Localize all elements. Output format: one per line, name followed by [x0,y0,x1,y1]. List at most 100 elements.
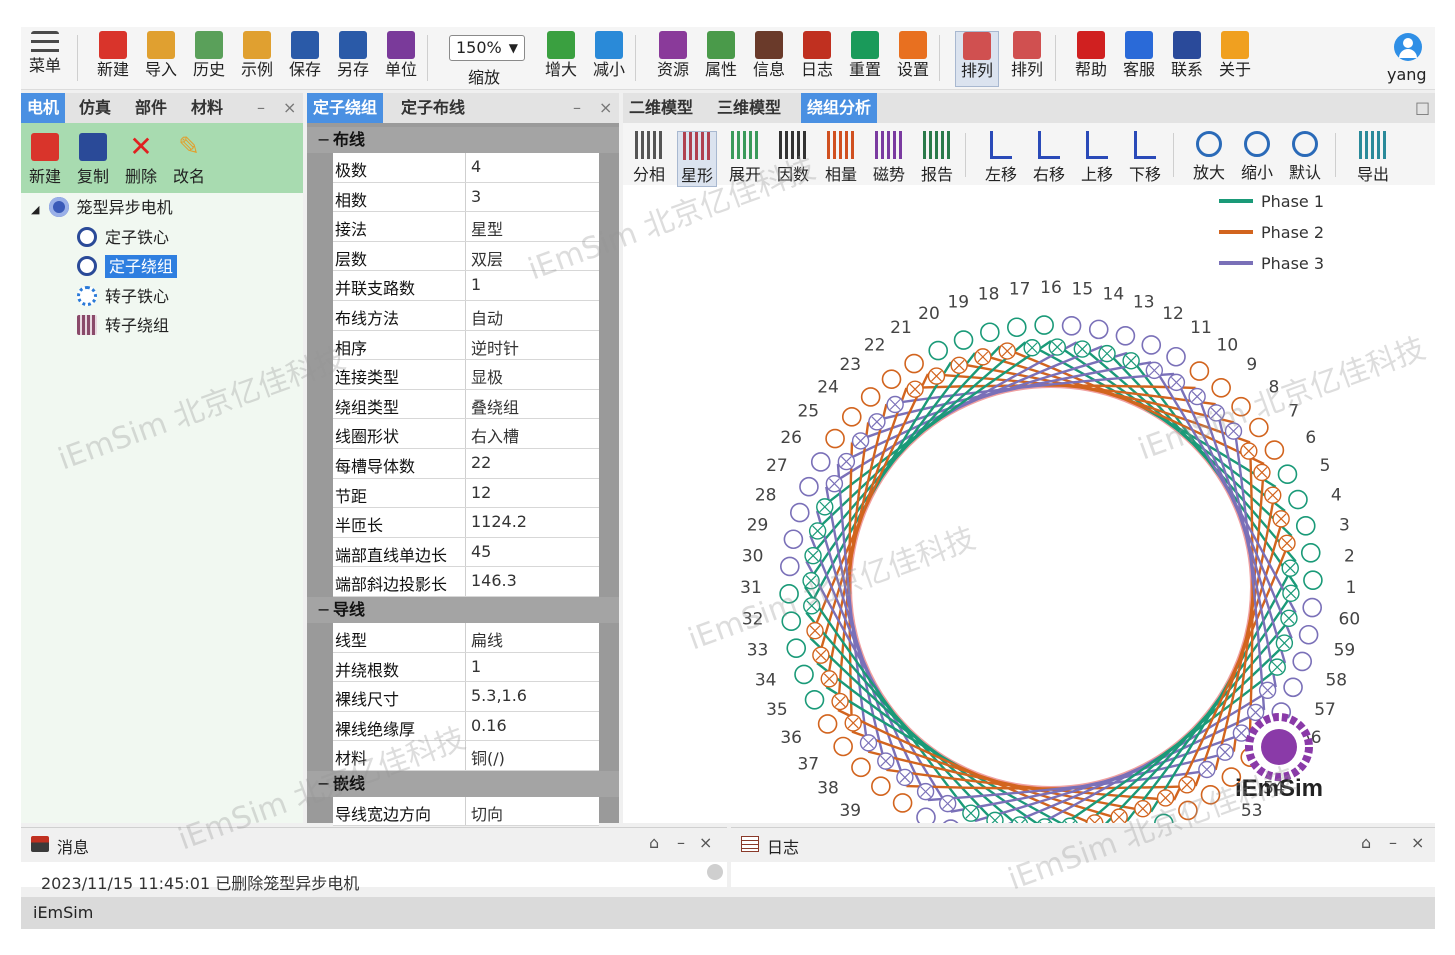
property-row[interactable]: 层数 双层 [333,241,599,272]
left-tool-rename[interactable]: ✎ 改名 [167,133,211,187]
toolbar-button-arrange[interactable]: 排列 [955,31,999,87]
chart-tool-phasor[interactable]: 相量 [821,131,861,185]
minimize-icon[interactable]: – [1389,833,1397,852]
tree-item-stator-winding[interactable]: 定子绕组 [77,254,178,280]
property-value[interactable]: 逆时针 [471,335,519,359]
minimize-icon[interactable]: – [257,93,265,123]
left-tool-delete[interactable]: ✕ 删除 [119,133,163,187]
property-value[interactable]: 4 [471,157,481,176]
property-value[interactable]: 12 [471,483,491,502]
chart-tool-move-down[interactable]: 下移 [1125,131,1165,185]
property-row[interactable]: 绕组类型 叠绕组 [333,389,599,420]
property-value[interactable]: 右入槽 [471,423,519,447]
toolbar-button-resource[interactable]: 资源 [651,31,695,87]
tree-item-rotor-core[interactable]: 转子铁心 [77,284,169,310]
tab-materials[interactable]: 材料 [185,93,229,123]
toolbar-button-save[interactable]: 保存 [283,31,327,87]
property-value[interactable]: 显极 [471,364,503,388]
expand-arrow-icon[interactable]: ◢ [31,203,39,216]
property-row[interactable]: 半匝长 1124.2 [333,508,599,538]
property-value[interactable]: 自动 [471,305,503,329]
close-icon[interactable]: × [699,833,712,852]
minimize-icon[interactable]: – [573,93,581,123]
property-row[interactable]: 节距 12 [333,478,599,509]
property-row[interactable]: 连接类型 显极 [333,360,599,390]
tree-item-rotor-winding[interactable]: 转子绕组 [77,313,169,339]
tree-item-stator-core[interactable]: 定子铁心 [77,225,169,251]
close-icon[interactable]: × [283,93,296,123]
property-row[interactable]: 相数 3 [333,182,599,213]
property-value[interactable]: 铜(/) [471,745,505,769]
maximize-icon[interactable]: □ [1415,93,1430,123]
tab-stator-winding[interactable]: 定子绕组 [307,93,384,123]
property-value[interactable]: 叠绕组 [471,394,519,418]
property-value[interactable]: 45 [471,542,491,561]
property-section[interactable]: − 导线 [307,596,619,623]
property-value[interactable]: 切向 [471,801,503,825]
tab-stator-wiring[interactable]: 定子布线 [395,93,471,123]
chart-tool-default[interactable]: 默认 [1285,131,1325,183]
scrollbar-thumb[interactable] [707,864,723,880]
property-value[interactable]: 扁线 [471,627,503,651]
chart-tool-phase[interactable]: 分相 [629,131,669,185]
property-value[interactable]: 0.16 [471,716,507,735]
toolbar-button-reset[interactable]: 重置 [843,31,887,87]
property-row[interactable]: 材料 铜(/) [333,741,599,771]
toolbar-button-import[interactable]: 导入 [139,31,183,87]
tab-simulation[interactable]: 仿真 [73,93,117,123]
tab-winding-analysis[interactable]: 绕组分析 [801,93,878,123]
property-value[interactable]: 1 [471,275,481,294]
property-row[interactable]: 每槽导体数 22 [333,448,599,479]
property-row[interactable]: 并绕根数 1 [333,652,599,683]
property-value[interactable]: 146.3 [471,571,517,590]
close-icon[interactable]: × [1411,833,1424,852]
property-row[interactable]: 极数 4 [333,153,599,183]
property-row[interactable]: 导线宽边方向 切向 [333,796,599,827]
toolbar-button-history[interactable]: 历史 [187,31,231,87]
property-row[interactable]: 线圈形状 右入槽 [333,419,599,449]
user-name[interactable]: yang [1387,65,1427,84]
toolbar-button-log[interactable]: 日志 [795,31,839,87]
left-tool-copy[interactable]: 复制 [71,133,115,187]
tab-parts[interactable]: 部件 [129,93,173,123]
property-value[interactable]: 1124.2 [471,512,527,531]
property-row[interactable]: 裸线尺寸 5.3,1.6 [333,682,599,712]
chart-tool-zoom-out[interactable]: 缩小 [1237,131,1277,183]
toolbar-button-property[interactable]: 属性 [699,31,743,87]
toolbar-button-contact[interactable]: 联系 [1165,31,1209,87]
pin-icon[interactable]: ⌂ [649,833,659,852]
collapse-icon[interactable]: − [317,127,330,153]
property-row[interactable]: 并联支路数 1 [333,271,599,301]
collapse-icon[interactable]: − [317,771,330,797]
chart-tool-export[interactable]: 导出 [1353,131,1393,185]
user-avatar-icon[interactable] [1394,33,1422,61]
toolbar-button-unit[interactable]: 单位 [379,31,423,87]
pin-icon[interactable]: ⌂ [1361,833,1371,852]
property-value[interactable]: 3 [471,187,481,206]
property-value[interactable]: 22 [471,453,491,472]
toolbar-button-arrange-alt[interactable]: 排列 [1005,31,1049,87]
tab-2d-model[interactable]: 二维模型 [623,93,699,123]
property-row[interactable]: 端部斜边投影长 146.3 [333,567,599,597]
property-row[interactable]: 端部直线单边长 45 [333,537,599,568]
chart-tool-move-left[interactable]: 左移 [981,131,1021,185]
chart-tool-star[interactable]: 星形 [677,131,717,187]
chart-tool-report[interactable]: 报告 [917,131,957,185]
toolbar-button-settings[interactable]: 设置 [891,31,935,87]
property-value[interactable]: 1 [471,657,481,676]
property-row[interactable]: 接法 星型 [333,212,599,242]
toolbar-button-info-book[interactable]: 信息 [747,31,791,87]
toolbar-button-help[interactable]: 帮助 [1069,31,1113,87]
zoom-select[interactable]: 150% ▼ [449,35,525,61]
property-row[interactable]: 裸线绝缘厚 0.16 [333,711,599,742]
property-value[interactable]: 星型 [471,216,503,240]
chart-tool-move-right[interactable]: 右移 [1029,131,1069,185]
toolbar-button-zoom-in[interactable]: 增大 [539,31,583,87]
tree-root[interactable]: ◢ 笼型异步电机 [31,195,173,221]
property-row[interactable]: 线型 扁线 [333,622,599,653]
property-section[interactable]: − 布线 [307,127,619,153]
toolbar-button-about[interactable]: 关于 [1213,31,1257,87]
chart-tool-zoom-in[interactable]: 放大 [1189,131,1229,183]
tab-motor[interactable]: 电机 [21,93,66,123]
toolbar-button-menu[interactable]: 菜单 [23,31,67,87]
